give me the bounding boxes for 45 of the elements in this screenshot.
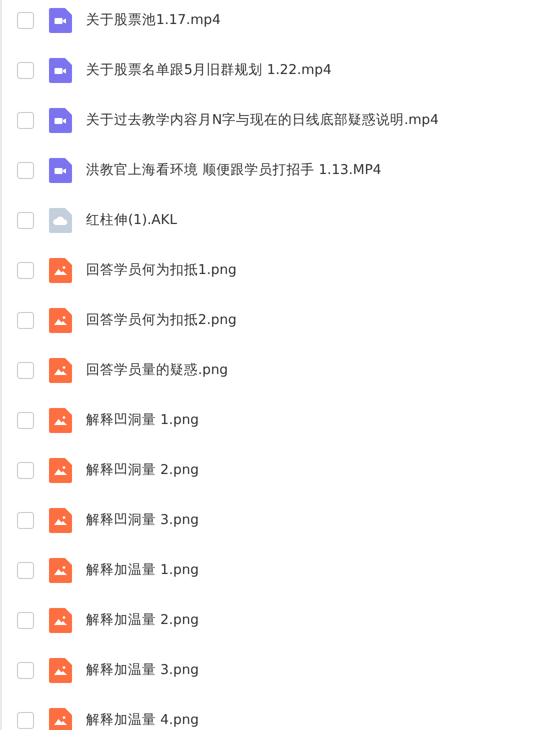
image-file-icon — [49, 408, 72, 432]
file-name[interactable]: 解释加温量 2.png — [86, 611, 199, 629]
checkbox[interactable] — [17, 12, 34, 28]
cloud-file-icon — [49, 208, 72, 232]
video-file-icon — [49, 108, 72, 132]
image-file-icon — [49, 358, 72, 382]
image-file-icon — [49, 258, 72, 282]
file-name[interactable]: 解释加温量 1.png — [86, 561, 199, 579]
file-name[interactable]: 解释凹洞量 2.png — [86, 461, 199, 479]
file-name[interactable]: 解释凹洞量 3.png — [86, 511, 199, 529]
image-file-icon — [49, 308, 72, 332]
image-file-icon — [49, 708, 72, 730]
video-file-icon — [49, 58, 72, 82]
checkbox[interactable] — [17, 462, 34, 478]
file-name[interactable]: 解释加温量 3.png — [86, 661, 199, 679]
video-file-icon — [49, 158, 72, 182]
checkbox[interactable] — [17, 362, 34, 378]
checkbox[interactable] — [17, 212, 34, 228]
checkbox[interactable] — [17, 62, 34, 78]
checkbox[interactable] — [17, 312, 34, 328]
image-file-icon — [49, 508, 72, 532]
file-name[interactable]: 红柱伸(1).AKL — [86, 211, 178, 229]
video-file-icon — [49, 8, 72, 32]
checkbox[interactable] — [17, 112, 34, 128]
checkbox[interactable] — [17, 662, 34, 678]
file-name[interactable]: 回答学员何为扣抵2.png — [86, 311, 237, 329]
image-file-icon — [49, 558, 72, 582]
file-name[interactable]: 解释加温量 4.png — [86, 711, 199, 729]
file-name[interactable]: 洪教官上海看环境 顺便跟学员打招手 1.13.MP4 — [86, 161, 382, 179]
file-name[interactable]: 关于过去教学内容月N字与现在的日线底部疑惑说明.mp4 — [86, 111, 439, 129]
file-name[interactable]: 回答学员何为扣抵1.png — [86, 261, 237, 279]
checkbox[interactable] — [17, 562, 34, 578]
file-name[interactable]: 回答学员量的疑惑.png — [86, 361, 228, 379]
checkbox[interactable] — [17, 262, 34, 278]
checkbox[interactable] — [17, 162, 34, 178]
image-file-icon — [49, 658, 72, 682]
file-name[interactable]: 关于股票名单跟5月旧群规划 1.22.mp4 — [86, 61, 332, 79]
image-file-icon — [49, 458, 72, 482]
checkbox[interactable] — [17, 712, 34, 728]
file-name[interactable]: 解释凹洞量 1.png — [86, 411, 199, 429]
file-name[interactable]: 关于股票池1.17.mp4 — [86, 11, 221, 29]
checkbox[interactable] — [17, 612, 34, 628]
checkbox[interactable] — [17, 512, 34, 528]
checkbox[interactable] — [17, 412, 34, 428]
image-file-icon — [49, 608, 72, 632]
